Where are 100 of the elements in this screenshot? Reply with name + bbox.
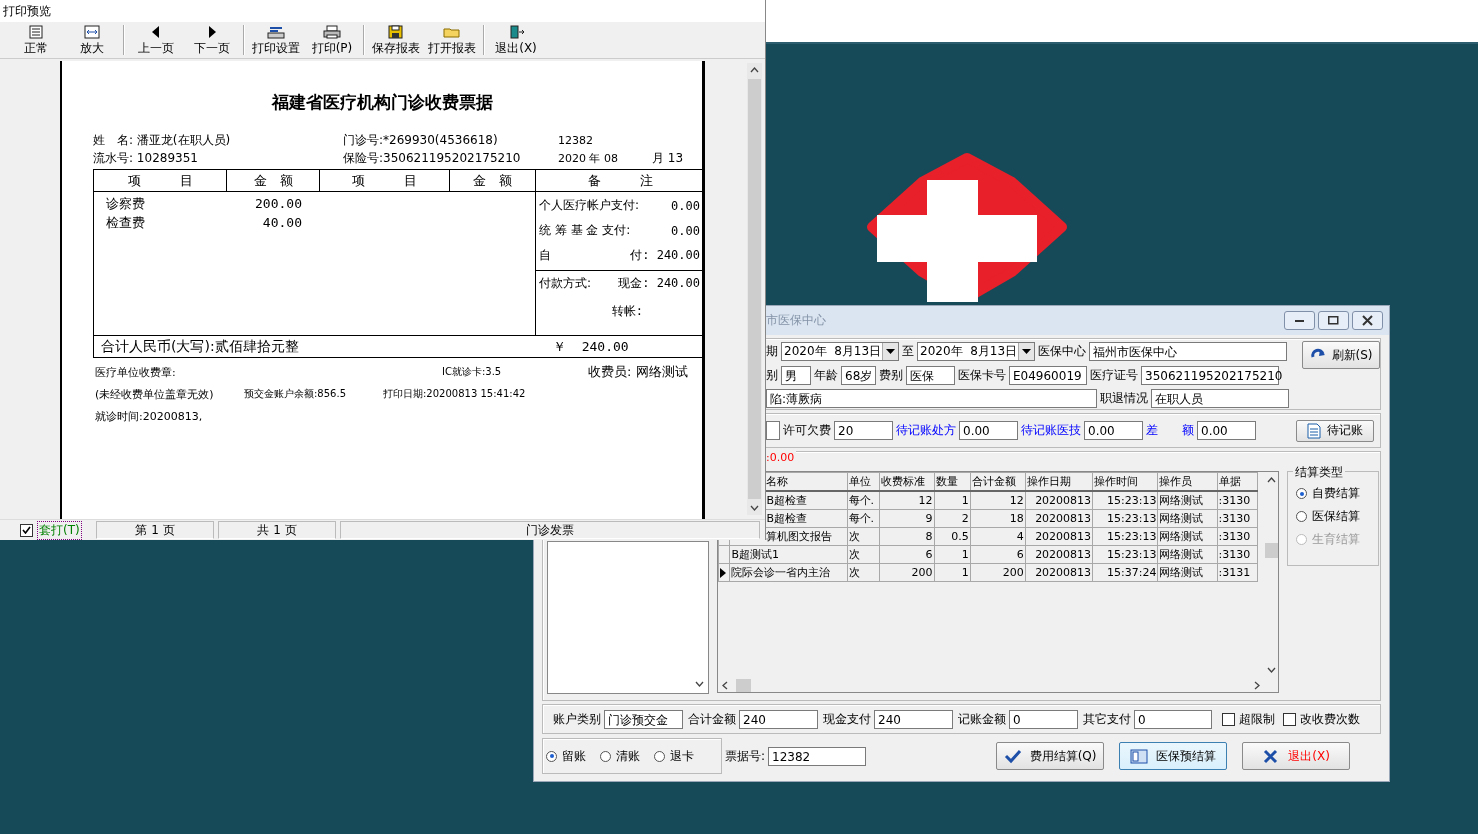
radio-button[interactable]: 退卡	[654, 747, 694, 765]
field-label: 差 额	[1146, 422, 1194, 439]
printer-icon	[322, 25, 342, 39]
column-header[interactable]: 名称	[766, 474, 789, 489]
refresh-button[interactable]: 刷新(S)	[1302, 341, 1380, 369]
checkbox-label: 套打(T)	[37, 520, 82, 540]
checkbox-box[interactable]	[1222, 712, 1235, 726]
toolbar-button[interactable]: 放大	[64, 22, 120, 58]
toolbar-button[interactable]: 下一页	[184, 22, 240, 58]
text-field[interactable]: 男	[781, 365, 811, 385]
vertical-scrollbar[interactable]	[747, 63, 762, 515]
text-field[interactable]: 0	[1134, 709, 1212, 729]
footer-text: (未经收费单位盖章无效)	[94, 386, 215, 402]
remark-label: 个人医疗帐户支付:	[539, 197, 640, 214]
text-field[interactable]: 福州市医保中心	[1089, 341, 1287, 361]
status-pane: 门诊发票	[340, 521, 760, 539]
radio-button[interactable]: 留账	[546, 747, 586, 765]
text-field[interactable]: 门诊预交金	[604, 709, 683, 729]
column-header[interactable]: 收费标准	[879, 472, 935, 491]
table-cell: 12	[879, 491, 935, 510]
toolbar-button[interactable]: 保存报表	[368, 22, 424, 58]
radio-circle[interactable]	[1296, 488, 1307, 499]
column-header[interactable]: 单据	[1217, 472, 1258, 491]
toolbar-button[interactable]: 打开报表	[424, 22, 480, 58]
table-cell: 20200813	[1025, 509, 1093, 528]
text-field[interactable]: 240	[874, 709, 953, 729]
radio-button[interactable]: 医保结算	[1296, 508, 1378, 525]
column-header[interactable]: 操作员	[1157, 472, 1217, 491]
column-header[interactable]: 合计金额	[970, 472, 1026, 491]
text-field[interactable]: E04960019	[1009, 365, 1087, 385]
info-text: 2020 年 08	[558, 150, 619, 166]
pending-button[interactable]: 待记账	[1296, 419, 1374, 442]
remark-value: 0.00	[671, 223, 700, 238]
toolbar-button[interactable]: 打印(P)	[304, 22, 360, 58]
radio-circle[interactable]	[600, 750, 611, 762]
text-field[interactable]: 68岁	[841, 365, 876, 385]
text-field[interactable]: 医保	[906, 365, 955, 385]
radio-circle[interactable]	[546, 750, 557, 762]
scrollbar-thumb[interactable]	[748, 79, 761, 499]
column-header[interactable]: 数量	[934, 472, 971, 491]
scrollbar-thumb[interactable]	[736, 678, 751, 692]
card-icon	[1130, 747, 1149, 765]
text-field[interactable]	[766, 421, 780, 440]
text-field[interactable]: 240	[739, 709, 818, 729]
scroll-up-icon	[1266, 477, 1276, 483]
checkbox-label: 改收费次数	[1300, 710, 1360, 728]
table-cell: B超检查	[766, 511, 807, 526]
scroll-down-icon	[750, 505, 759, 511]
info-text: 流水号: 10289351	[93, 149, 199, 167]
table-cell: 15:23:13	[1092, 509, 1158, 528]
text-field[interactable]: 陷:薄厥病	[766, 389, 1097, 409]
receipt-title: 福建省医疗机构门诊收费票据	[270, 91, 494, 114]
table-cell: 每个.	[847, 509, 880, 528]
table-cell: 次	[847, 545, 880, 564]
column-header[interactable]: 操作时间	[1092, 472, 1158, 491]
radio-button[interactable]: 清账	[600, 747, 640, 765]
date-dropdown[interactable]: 2020年 8月13日	[781, 341, 899, 361]
text-field[interactable]: 0.00	[959, 421, 1018, 440]
column-header[interactable]: 操作日期	[1025, 472, 1093, 491]
list-box[interactable]	[547, 541, 709, 694]
minimize-button[interactable]	[1284, 311, 1315, 330]
checkbox[interactable]: 改收费次数	[1283, 710, 1360, 728]
radio-circle[interactable]	[1296, 511, 1307, 522]
text-field[interactable]: 0.00	[1084, 421, 1143, 440]
checkbox[interactable]: 套打(T)	[0, 520, 92, 540]
scroll-left-icon	[722, 680, 728, 690]
table-cell: 院际会诊一省内主治	[729, 563, 847, 582]
settle-button[interactable]: 费用结算(Q)	[996, 742, 1105, 770]
radio-label: 自费结算	[1312, 485, 1360, 502]
text-field[interactable]: 12382	[768, 746, 867, 766]
close-button[interactable]	[1352, 311, 1383, 330]
text-field[interactable]: 0.00	[1197, 421, 1256, 440]
text-field[interactable]: 0	[1009, 709, 1078, 729]
remark-value: 付: 240.00	[630, 247, 700, 264]
table-cell: 网络测试	[1157, 509, 1217, 528]
scrollbar-thumb[interactable]	[1264, 543, 1278, 558]
pre-settle-button[interactable]: 医保预结算	[1119, 742, 1228, 770]
radio-label: 留账	[562, 747, 586, 765]
text-field[interactable]: 20	[834, 421, 893, 440]
radio-circle[interactable]	[654, 750, 665, 762]
table-cell: 18	[970, 509, 1026, 528]
column-header[interactable]: 单位	[847, 472, 880, 491]
toolbar-button[interactable]: 打印设置	[248, 22, 304, 58]
maximize-button[interactable]	[1318, 311, 1349, 330]
table-cell: 200	[970, 563, 1026, 582]
radio-button[interactable]: 自费结算	[1296, 485, 1378, 502]
info-text: 12382	[558, 133, 594, 147]
toolbar-button[interactable]: 退出(X)	[488, 22, 544, 58]
checkbox-box[interactable]	[20, 523, 33, 537]
table-cell: 0.5	[934, 527, 971, 546]
checkbox-box[interactable]	[1283, 712, 1296, 726]
toolbar-button[interactable]: 正常	[8, 22, 64, 58]
scroll-down-icon	[1266, 667, 1276, 673]
payment-transfer: 转帐:	[611, 302, 643, 320]
checkbox[interactable]: 超限制	[1222, 710, 1275, 728]
check-icon	[22, 526, 31, 534]
text-field[interactable]: 在职人员	[1151, 389, 1289, 409]
scroll-right-icon	[1254, 680, 1260, 690]
date-dropdown[interactable]: 2020年 8月13日	[917, 341, 1035, 361]
toolbar-button[interactable]: 上一页	[128, 22, 184, 58]
